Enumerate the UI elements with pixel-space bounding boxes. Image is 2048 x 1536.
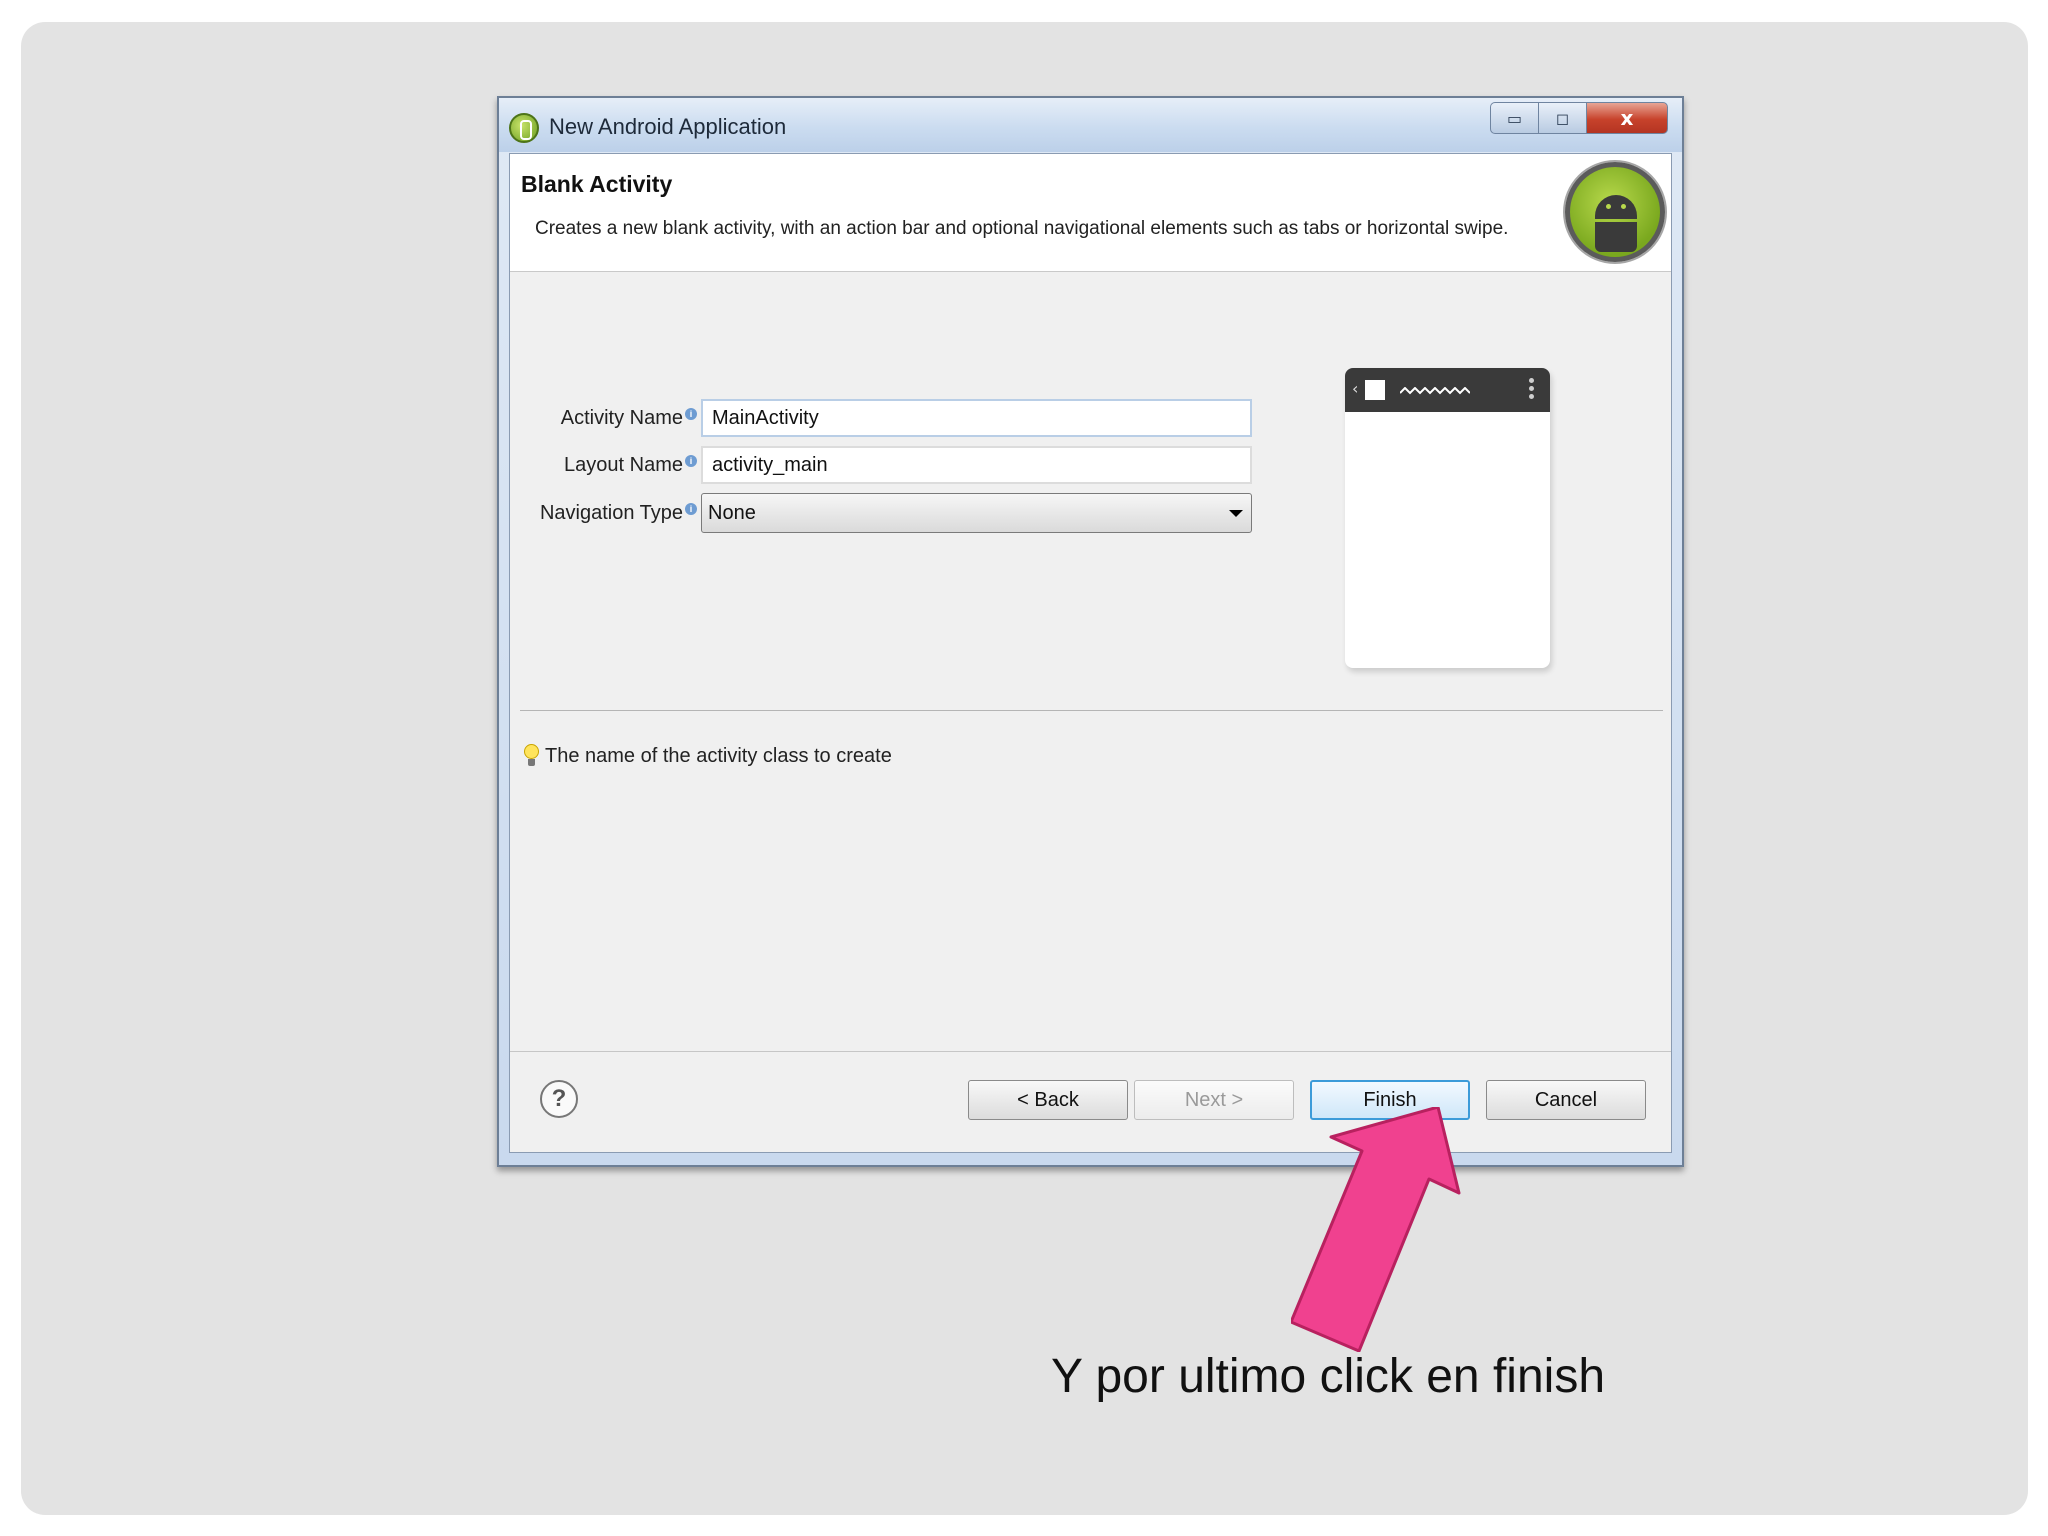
info-icon: i — [685, 503, 697, 515]
overflow-menu-icon — [1529, 378, 1534, 402]
android-logo-icon — [1565, 162, 1665, 262]
section-divider — [520, 710, 1663, 711]
activity-preview-image: ‹ — [1345, 368, 1550, 668]
layout-name-row: Layout Name i activity_main — [510, 446, 1252, 484]
navigation-type-label: Navigation Type — [539, 501, 683, 524]
window-title: New Android Application — [549, 114, 787, 139]
page-title: Blank Activity — [521, 171, 673, 197]
next-button[interactable]: Next > — [1134, 1080, 1294, 1120]
window-controls: ▭ ◻ x — [1490, 102, 1668, 134]
help-button[interactable]: ? — [540, 1080, 578, 1118]
navigation-type-select[interactable]: None — [701, 493, 1252, 533]
window-titlebar[interactable]: New Android Application ▭ ◻ x — [499, 98, 1682, 152]
dropdown-arrow-icon — [1229, 510, 1243, 517]
pointer-arrow-icon — [1291, 1107, 1461, 1352]
slide-background: New Android Application ▭ ◻ x Blank Acti… — [21, 22, 2028, 1515]
hint-text: The name of the activity class to create — [545, 744, 892, 767]
maximize-button[interactable]: ◻ — [1538, 102, 1586, 134]
info-icon: i — [685, 408, 697, 420]
new-android-application-dialog: New Android Application ▭ ◻ x Blank Acti… — [497, 96, 1684, 1167]
minimize-icon: ▭ — [1506, 108, 1523, 128]
page-description: Creates a new blank activity, with an ac… — [535, 218, 1509, 239]
navigation-type-row: Navigation Type i None — [510, 493, 1252, 533]
layout-name-label: Layout Name — [564, 453, 683, 476]
back-button[interactable]: < Back — [968, 1080, 1128, 1120]
lightbulb-icon — [524, 744, 539, 768]
minimize-button[interactable]: ▭ — [1490, 102, 1538, 134]
close-button[interactable]: x — [1586, 102, 1668, 134]
cancel-button[interactable]: Cancel — [1486, 1080, 1646, 1120]
activity-name-input[interactable]: MainActivity — [701, 399, 1252, 437]
close-icon: x — [1620, 106, 1634, 130]
app-icon — [509, 113, 539, 143]
maximize-icon: ◻ — [1555, 108, 1570, 128]
navigation-type-value: None — [708, 501, 756, 524]
activity-name-label: Activity Name — [560, 406, 683, 429]
app-icon-placeholder — [1365, 380, 1385, 400]
hint-message: The name of the activity class to create — [524, 744, 892, 768]
preview-action-bar: ‹ — [1345, 368, 1550, 412]
layout-name-input[interactable]: activity_main — [701, 446, 1252, 484]
wizard-header: Blank Activity Creates a new blank activ… — [510, 154, 1671, 272]
chevron-left-icon: ‹ — [1352, 379, 1359, 398]
title-placeholder-icon — [1400, 387, 1470, 395]
activity-name-row: Activity Name i MainActivity — [510, 399, 1252, 437]
instruction-caption: Y por ultimo click en finish — [1051, 1350, 1606, 1403]
footer-divider — [510, 1051, 1671, 1052]
info-icon: i — [685, 455, 697, 467]
dialog-client-area: Blank Activity Creates a new blank activ… — [509, 153, 1672, 1153]
